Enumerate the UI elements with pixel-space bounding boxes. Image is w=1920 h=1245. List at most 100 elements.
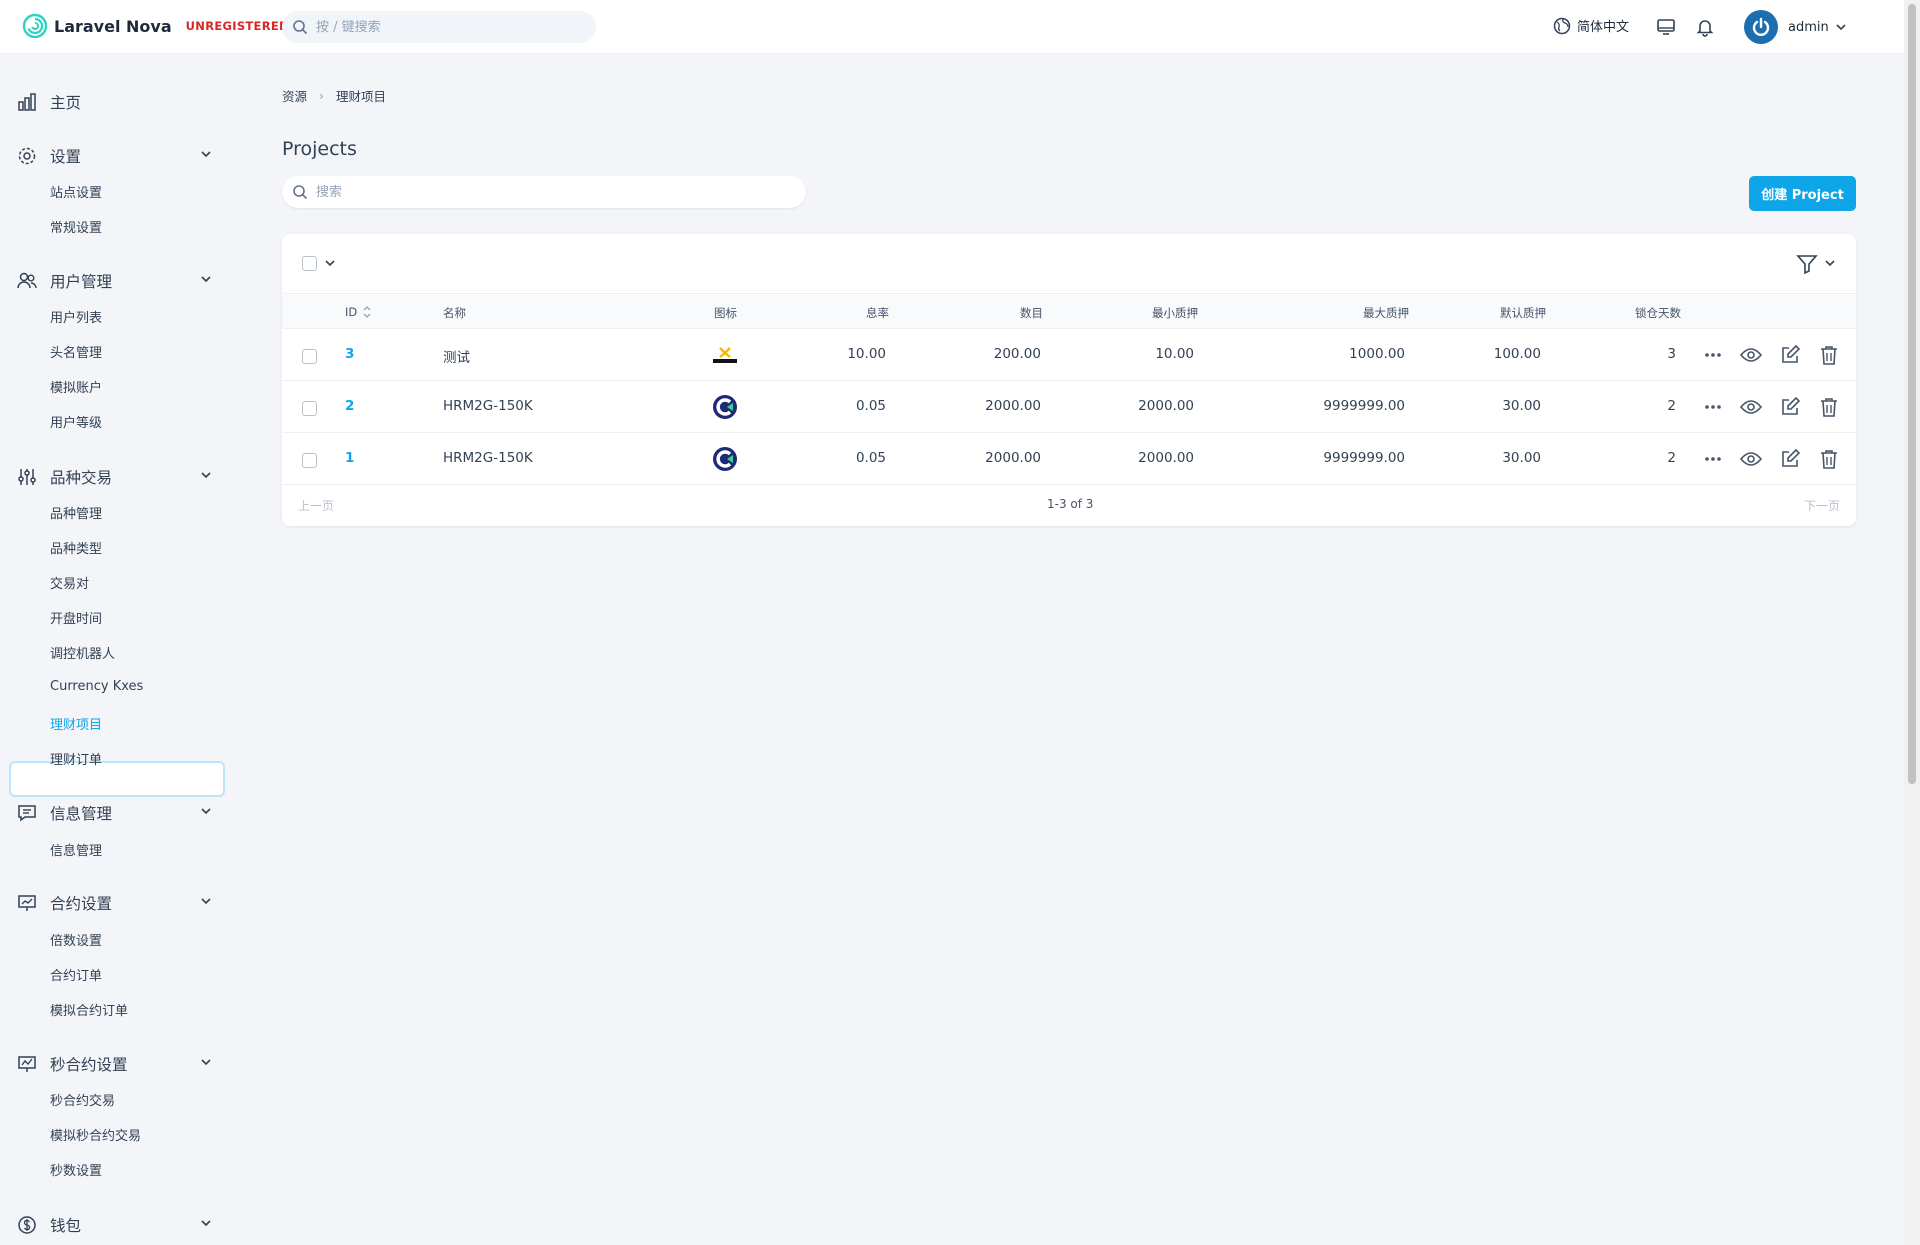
sidebar-group-second-contracts[interactable]: 秒合约设置: [0, 1045, 226, 1081]
more-icon[interactable]: [1701, 343, 1725, 367]
column-header-amount: 数目: [1020, 306, 1043, 320]
sidebar-item[interactable]: 秒数设置: [50, 1160, 102, 1179]
sidebar-item[interactable]: 秒合约交易: [50, 1090, 115, 1109]
prev-page-button[interactable]: 上一页: [298, 497, 334, 514]
edit-icon[interactable]: [1778, 447, 1802, 471]
page-scrollbar[interactable]: [1904, 0, 1920, 1245]
table-row[interactable]: 3 测试 10.00 200.00 10.00 1000.00 100.00 3: [282, 329, 1856, 381]
view-eye-icon[interactable]: [1739, 395, 1763, 419]
sidebar-home-label: 主页: [50, 94, 82, 112]
row-checkbox[interactable]: [302, 401, 317, 416]
column-header-id[interactable]: ID: [345, 305, 357, 319]
row-name: 测试: [443, 350, 470, 366]
chart-icon: [18, 1056, 36, 1072]
chevron-down-icon: [201, 808, 211, 815]
column-header-icon: 图标: [714, 306, 737, 320]
sidebar-group-users[interactable]: 用户管理: [0, 262, 226, 298]
sidebar-item[interactable]: 交易对: [50, 573, 89, 592]
table-row[interactable]: 2 HRM2G-150K 0.05 2000.00 2000.00 999999…: [282, 381, 1856, 433]
row-id-link[interactable]: 2: [345, 398, 354, 414]
row-checkbox[interactable]: [302, 453, 317, 468]
power-icon: [1752, 17, 1770, 36]
sidebar-item[interactable]: 站点设置: [50, 182, 102, 201]
sidebar-group-label: 钱包: [50, 1217, 82, 1235]
row-rate: 0.05: [855, 450, 886, 466]
row-min: 10.00: [1155, 346, 1194, 362]
sidebar-item[interactable]: 模拟合约订单: [50, 1000, 128, 1019]
sidebar-group-messages[interactable]: 信息管理: [0, 794, 226, 830]
column-header-days: 锁仓天数: [1635, 306, 1681, 320]
bell-icon[interactable]: [1693, 15, 1717, 39]
create-project-button[interactable]: 创建 Project: [1749, 176, 1856, 211]
resource-search[interactable]: [282, 176, 806, 208]
row-name: HRM2G-150K: [443, 450, 533, 466]
row-id-link[interactable]: 1: [345, 450, 354, 466]
chevron-down-icon[interactable]: [324, 257, 336, 269]
user-name: admin: [1788, 19, 1829, 35]
table-row[interactable]: 1 HRM2G-150K 0.05 2000.00 2000.00 999999…: [282, 433, 1856, 485]
sidebar-item[interactable]: 模拟账户: [50, 377, 102, 396]
sidebar-item-active[interactable]: 理财项目: [50, 714, 102, 733]
pagination-info: 1-3 of 3: [1047, 497, 1094, 511]
row-id-link[interactable]: 3: [345, 346, 354, 362]
row-checkbox[interactable]: [302, 349, 317, 364]
sidebar-group-settings[interactable]: 设置: [0, 137, 226, 173]
sidebar-home[interactable]: 主页: [0, 83, 226, 119]
sidebar-group-trading[interactable]: 品种交易: [0, 458, 226, 494]
c-logo-icon: [713, 395, 737, 419]
row-amount: 2000.00: [985, 398, 1041, 414]
language-switcher[interactable]: 简体中文: [1553, 16, 1629, 35]
next-page-button[interactable]: 下一页: [1804, 497, 1840, 514]
chevron-down-icon[interactable]: [1824, 257, 1836, 269]
globe-icon: [1553, 17, 1571, 34]
brand[interactable]: Laravel Nova UNREGISTERED: [22, 13, 289, 39]
sidebar-item[interactable]: 信息管理: [50, 840, 102, 859]
sidebar-item[interactable]: 合约订单: [50, 965, 102, 984]
edit-icon[interactable]: [1778, 395, 1802, 419]
sidebar-item[interactable]: 理财订单: [50, 749, 102, 768]
row-rate: 10.00: [847, 346, 886, 362]
sidebar-item[interactable]: 头名管理: [50, 342, 102, 361]
breadcrumb-link[interactable]: 资源: [282, 86, 307, 105]
chevron-down-icon: [201, 1059, 211, 1066]
row-rate: 0.05: [855, 398, 886, 414]
c-logo-icon: [713, 447, 737, 471]
select-all-checkbox[interactable]: [302, 256, 317, 271]
sidebar-item[interactable]: 品种类型: [50, 538, 102, 557]
sidebar-item[interactable]: 调控机器人: [50, 643, 115, 662]
sort-icon[interactable]: [363, 305, 371, 319]
global-search[interactable]: [282, 11, 596, 43]
delete-trash-icon[interactable]: [1817, 395, 1841, 419]
column-header-name: 名称: [443, 306, 466, 320]
sidebar-item[interactable]: 开盘时间: [50, 608, 102, 627]
display-icon[interactable]: [1654, 15, 1678, 39]
user-menu[interactable]: admin: [1744, 10, 1847, 44]
row-days: 2: [1667, 450, 1676, 466]
global-search-input[interactable]: [316, 19, 576, 35]
column-header-min: 最小质押: [1152, 306, 1198, 320]
chevron-down-icon: [201, 472, 211, 479]
more-icon[interactable]: [1701, 447, 1725, 471]
sidebar-item[interactable]: 模拟秒合约交易: [50, 1125, 141, 1144]
sidebar-item[interactable]: 品种管理: [50, 503, 102, 522]
sidebar-active-highlight: [9, 761, 225, 797]
more-icon[interactable]: [1701, 395, 1725, 419]
filter-icon[interactable]: [1796, 253, 1818, 275]
top-bar: Laravel Nova UNREGISTERED 简体中文 admin: [0, 0, 1904, 54]
chevron-right-icon: ›: [319, 88, 325, 103]
resource-search-input[interactable]: [316, 184, 776, 200]
delete-trash-icon[interactable]: [1817, 447, 1841, 471]
sidebar-item[interactable]: 常规设置: [50, 217, 102, 236]
delete-trash-icon[interactable]: [1817, 343, 1841, 367]
edit-icon[interactable]: [1778, 343, 1802, 367]
unregistered-badge: UNREGISTERED: [185, 19, 289, 33]
sidebar-item[interactable]: Currency Kxes: [50, 679, 143, 694]
view-eye-icon[interactable]: [1739, 447, 1763, 471]
view-eye-icon[interactable]: [1739, 343, 1763, 367]
sidebar-item[interactable]: 用户列表: [50, 307, 102, 326]
scrollbar-thumb[interactable]: [1908, 4, 1916, 784]
sidebar-group-wallet[interactable]: 钱包: [0, 1206, 226, 1242]
sidebar-item[interactable]: 倍数设置: [50, 930, 102, 949]
sidebar-item[interactable]: 用户等级: [50, 412, 102, 431]
sidebar-group-contracts[interactable]: 合约设置: [0, 884, 226, 920]
